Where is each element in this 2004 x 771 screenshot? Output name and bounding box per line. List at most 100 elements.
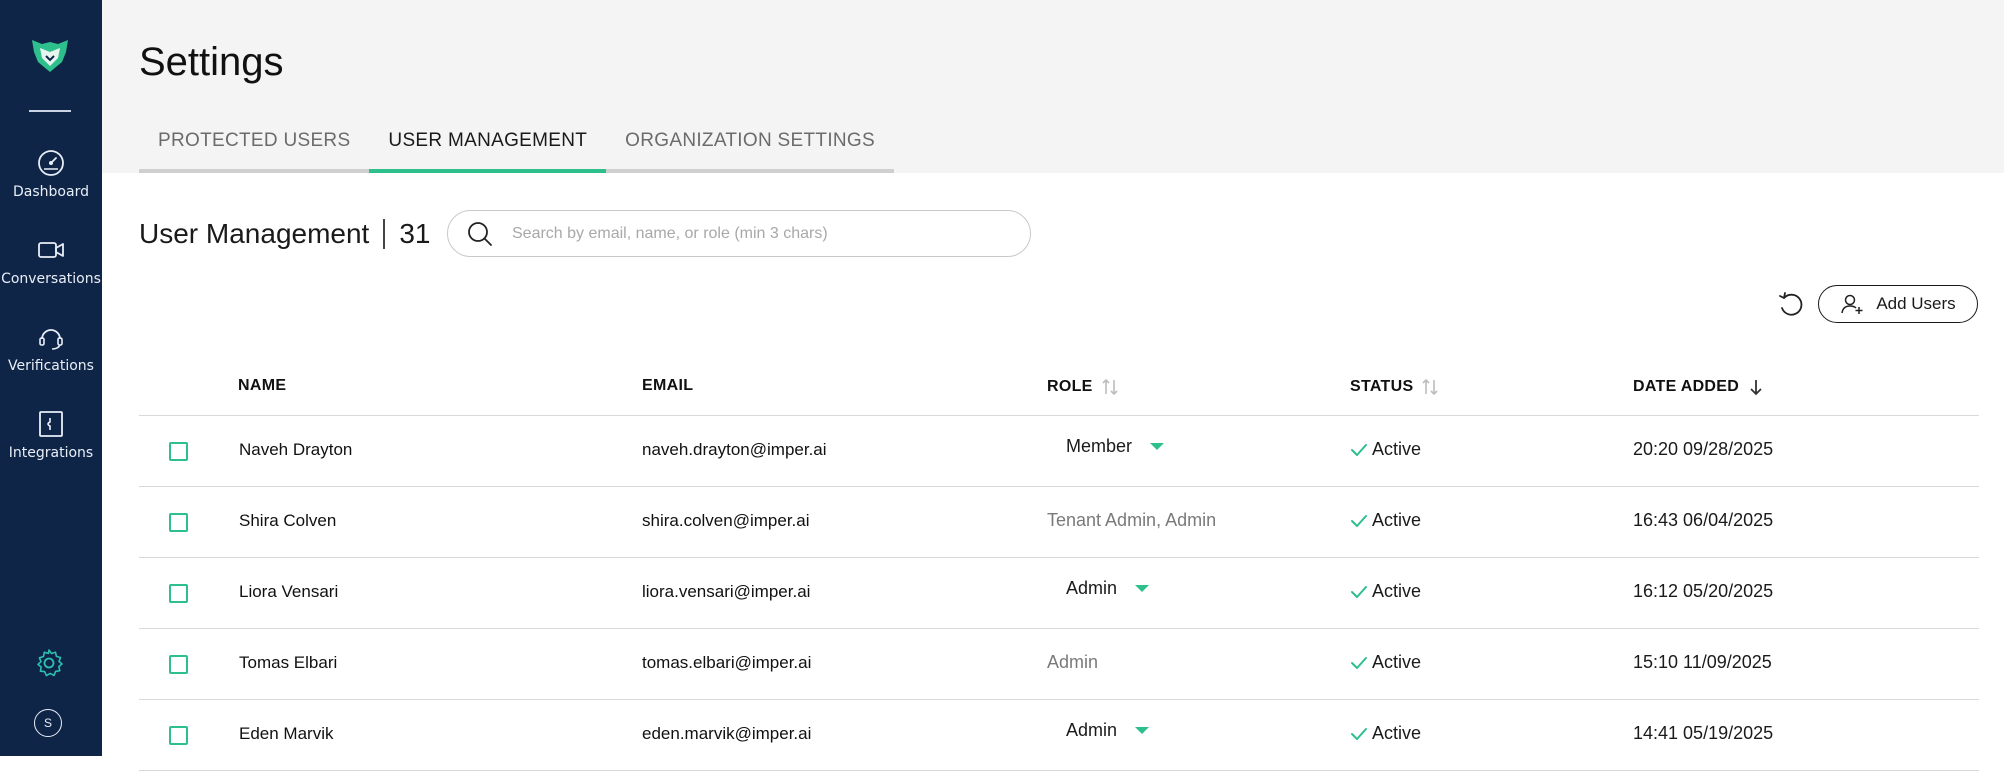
puzzle-icon	[39, 411, 63, 437]
check-icon	[1351, 514, 1367, 527]
role-value: Admin	[1066, 720, 1118, 740]
row-checkbox[interactable]	[169, 584, 188, 603]
sidebar-item-dashboard[interactable]: Dashboard	[0, 142, 102, 220]
sidebar-item-label: Integrations	[8, 445, 94, 461]
section-title: User Management 31	[139, 218, 431, 250]
column-header-role[interactable]: ROLE	[1047, 377, 1119, 397]
user-email: shira.colven@imper.ai	[642, 511, 810, 530]
role-value: Tenant Admin, Admin	[1047, 510, 1217, 530]
add-users-button[interactable]: Add Users	[1818, 285, 1978, 323]
settings-header: Settings PROTECTED USERS USER MANAGEMENT…	[102, 0, 2004, 173]
role-value: Member	[1066, 436, 1133, 456]
chevron-down-icon	[1135, 585, 1150, 592]
check-icon	[1351, 585, 1367, 598]
column-header-label: NAME	[238, 377, 287, 394]
user-name: Eden Marvik	[239, 724, 334, 743]
column-header-date-added[interactable]: DATE ADDED	[1633, 377, 1765, 397]
date-added: 15:10 11/09/2025	[1633, 652, 1772, 672]
tab-protected-users[interactable]: PROTECTED USERS	[139, 124, 370, 173]
role-dropdown[interactable]: Admin	[1056, 578, 1159, 599]
table-row: Shira Colven shira.colven@imper.ai Tenan…	[139, 487, 1979, 558]
avatar[interactable]: S	[34, 709, 62, 737]
user-name: Naveh Drayton	[239, 440, 353, 459]
table-header: NAME EMAIL ROLE STATUS DATE ADDED	[139, 365, 1979, 416]
status-badge: Active	[1350, 723, 1421, 744]
status-badge: Active	[1350, 439, 1421, 460]
sort-icon[interactable]	[1101, 377, 1119, 397]
chevron-down-icon	[1135, 727, 1150, 734]
date-added: 16:43 06/04/2025	[1633, 510, 1774, 530]
role-dropdown[interactable]: Member	[1056, 436, 1174, 457]
user-email: eden.marvik@imper.ai	[642, 724, 812, 743]
headset-icon	[39, 329, 63, 350]
title-separator	[383, 219, 386, 249]
sidebar-item-conversations[interactable]: Conversations	[0, 229, 102, 307]
add-user-icon	[1841, 294, 1863, 314]
sort-descending-icon[interactable]	[1747, 377, 1765, 397]
check-icon	[1351, 727, 1367, 740]
video-camera-icon	[38, 242, 64, 258]
row-checkbox[interactable]	[169, 513, 188, 532]
user-email: naveh.drayton@imper.ai	[642, 440, 827, 459]
status-badge: Active	[1350, 652, 1421, 673]
column-header-label: STATUS	[1350, 378, 1414, 395]
tab-user-management[interactable]: USER MANAGEMENT	[369, 124, 607, 173]
table-row: Eden Marvik eden.marvik@imper.ai Admin A…	[139, 700, 1979, 771]
user-name: Liora Vensari	[239, 582, 339, 601]
check-icon	[1351, 443, 1367, 456]
gear-icon[interactable]	[33, 647, 65, 679]
status-text: Active	[1372, 439, 1422, 459]
user-name: Shira Colven	[239, 511, 337, 530]
row-checkbox[interactable]	[169, 726, 188, 745]
page-title: Settings	[139, 40, 284, 84]
gauge-icon	[38, 150, 64, 176]
add-users-label: Add Users	[1876, 294, 1956, 313]
check-icon	[1351, 656, 1367, 669]
logo-icon[interactable]	[28, 36, 72, 76]
sidebar-item-label: Dashboard	[13, 184, 89, 200]
status-text: Active	[1372, 652, 1422, 672]
status-text: Active	[1372, 510, 1422, 530]
status-badge: Active	[1350, 581, 1421, 602]
sidebar-item-verifications[interactable]: Verifications	[0, 316, 102, 394]
section-title-label: User Management	[139, 218, 370, 249]
sidebar-item-label: Conversations	[1, 271, 101, 287]
row-checkbox[interactable]	[169, 655, 188, 674]
sidebar: Dashboard Conversations Verifications In…	[0, 0, 102, 756]
date-added: 20:20 09/28/2025	[1633, 439, 1774, 459]
column-header-name[interactable]: NAME	[238, 377, 286, 395]
role-value: Admin	[1047, 652, 1099, 672]
status-text: Active	[1372, 581, 1422, 601]
tab-organization-settings[interactable]: ORGANIZATION SETTINGS	[606, 124, 894, 173]
sidebar-item-label: Verifications	[8, 358, 94, 374]
users-table: NAME EMAIL ROLE STATUS DATE ADDED Naveh …	[139, 365, 1979, 771]
search-input[interactable]	[512, 224, 1012, 243]
table-row: Tomas Elbari tomas.elbari@imper.ai Admin…	[139, 629, 1979, 700]
sort-icon[interactable]	[1421, 377, 1439, 397]
user-name: Tomas Elbari	[239, 653, 338, 672]
chevron-down-icon	[1150, 443, 1165, 450]
user-email: tomas.elbari@imper.ai	[642, 653, 812, 672]
search-box	[447, 210, 1031, 257]
date-added: 16:12 05/20/2025	[1633, 581, 1774, 601]
search-icon	[468, 221, 492, 246]
sidebar-item-integrations[interactable]: Integrations	[0, 403, 102, 481]
table-row: Liora Vensari liora.vensari@imper.ai Adm…	[139, 558, 1979, 629]
role-dropdown[interactable]: Admin	[1056, 720, 1159, 741]
table-row: Naveh Drayton naveh.drayton@imper.ai Mem…	[139, 416, 1979, 487]
user-count: 31	[399, 218, 431, 249]
role-value: Admin	[1066, 578, 1118, 598]
sidebar-divider	[29, 110, 71, 112]
column-header-label: DATE ADDED	[1633, 378, 1740, 395]
column-header-label: ROLE	[1047, 378, 1093, 395]
refresh-icon[interactable]	[1776, 290, 1806, 320]
row-checkbox[interactable]	[169, 442, 188, 461]
column-header-label: EMAIL	[642, 377, 694, 394]
column-header-status[interactable]: STATUS	[1350, 377, 1439, 397]
tab-bar: PROTECTED USERS USER MANAGEMENT ORGANIZA…	[139, 124, 894, 174]
status-badge: Active	[1350, 510, 1421, 531]
user-email: liora.vensari@imper.ai	[642, 582, 811, 601]
status-text: Active	[1372, 723, 1422, 743]
date-added: 14:41 05/19/2025	[1633, 723, 1774, 743]
column-header-email[interactable]: EMAIL	[642, 377, 693, 395]
